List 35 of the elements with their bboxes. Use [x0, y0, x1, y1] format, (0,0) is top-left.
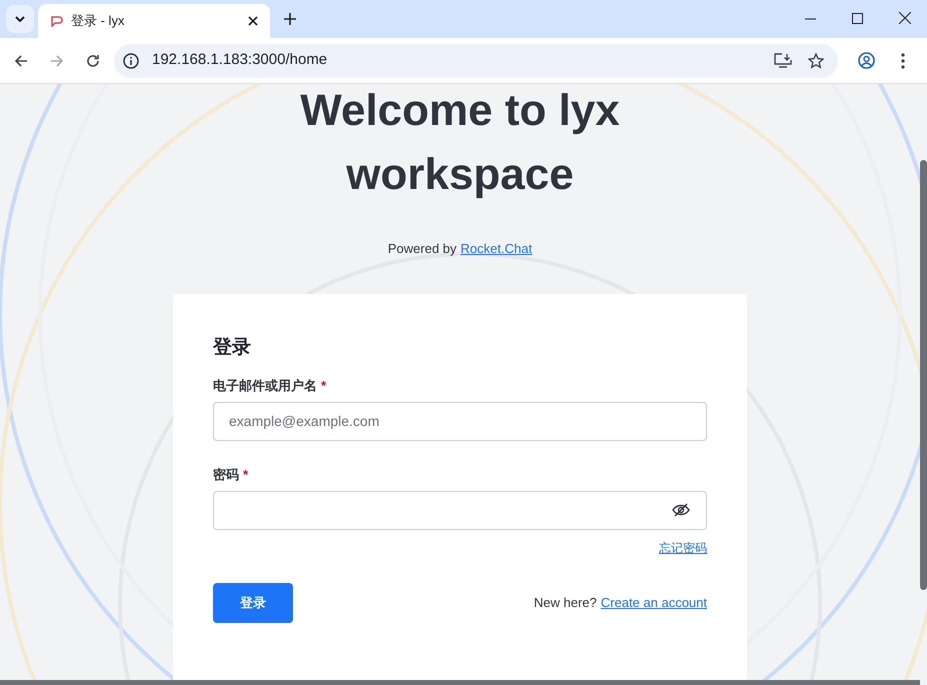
form-title: 登录 [213, 336, 252, 360]
profile-icon[interactable] [858, 52, 875, 69]
horizontal-scrollbar[interactable] [0, 680, 920, 685]
browser-tab[interactable]: 登录 - lyx [38, 4, 270, 38]
url-text: 192.168.1.183:3000/home [152, 50, 328, 70]
rocket-chat-link[interactable]: Rocket.Chat [460, 239, 532, 258]
close-icon[interactable] [899, 12, 911, 24]
password-field[interactable] [213, 490, 707, 530]
address-bar[interactable]: 192.168.1.183:3000/home [114, 44, 838, 78]
maximize-icon[interactable] [852, 12, 863, 24]
powered-by-text: Powered by [388, 240, 457, 258]
new-tab-icon[interactable] [284, 13, 296, 25]
page-heading: Welcome to lyx workspace [299, 85, 621, 201]
chevron-down-icon [15, 16, 25, 22]
reload-icon[interactable] [86, 54, 100, 68]
back-arrow-icon[interactable] [14, 54, 28, 68]
field-label: 电子邮件或用户名 [213, 376, 317, 394]
required-asterisk: * [243, 466, 248, 484]
create-account-link[interactable]: Create an account [600, 592, 707, 612]
login-button[interactable]: 登录 [213, 582, 293, 622]
menu-icon[interactable] [901, 52, 905, 68]
close-icon[interactable] [248, 16, 258, 26]
tab-title: 登录 - lyx [71, 12, 126, 30]
star-icon[interactable] [808, 52, 824, 68]
scrollbar-thumb[interactable] [920, 160, 927, 590]
install-app-icon[interactable] [774, 52, 792, 68]
eye-slash-icon[interactable] [672, 503, 690, 517]
field-label: 密码 [213, 466, 239, 484]
email-field[interactable]: example@example.com [213, 402, 707, 440]
signup-prompt: New here? [534, 594, 597, 612]
tab-list-button[interactable] [6, 5, 34, 33]
chat-bubble-icon [50, 15, 63, 27]
forgot-password-link[interactable]: 忘记密码 [659, 538, 707, 556]
info-icon[interactable] [122, 52, 140, 70]
required-asterisk: * [321, 376, 326, 394]
